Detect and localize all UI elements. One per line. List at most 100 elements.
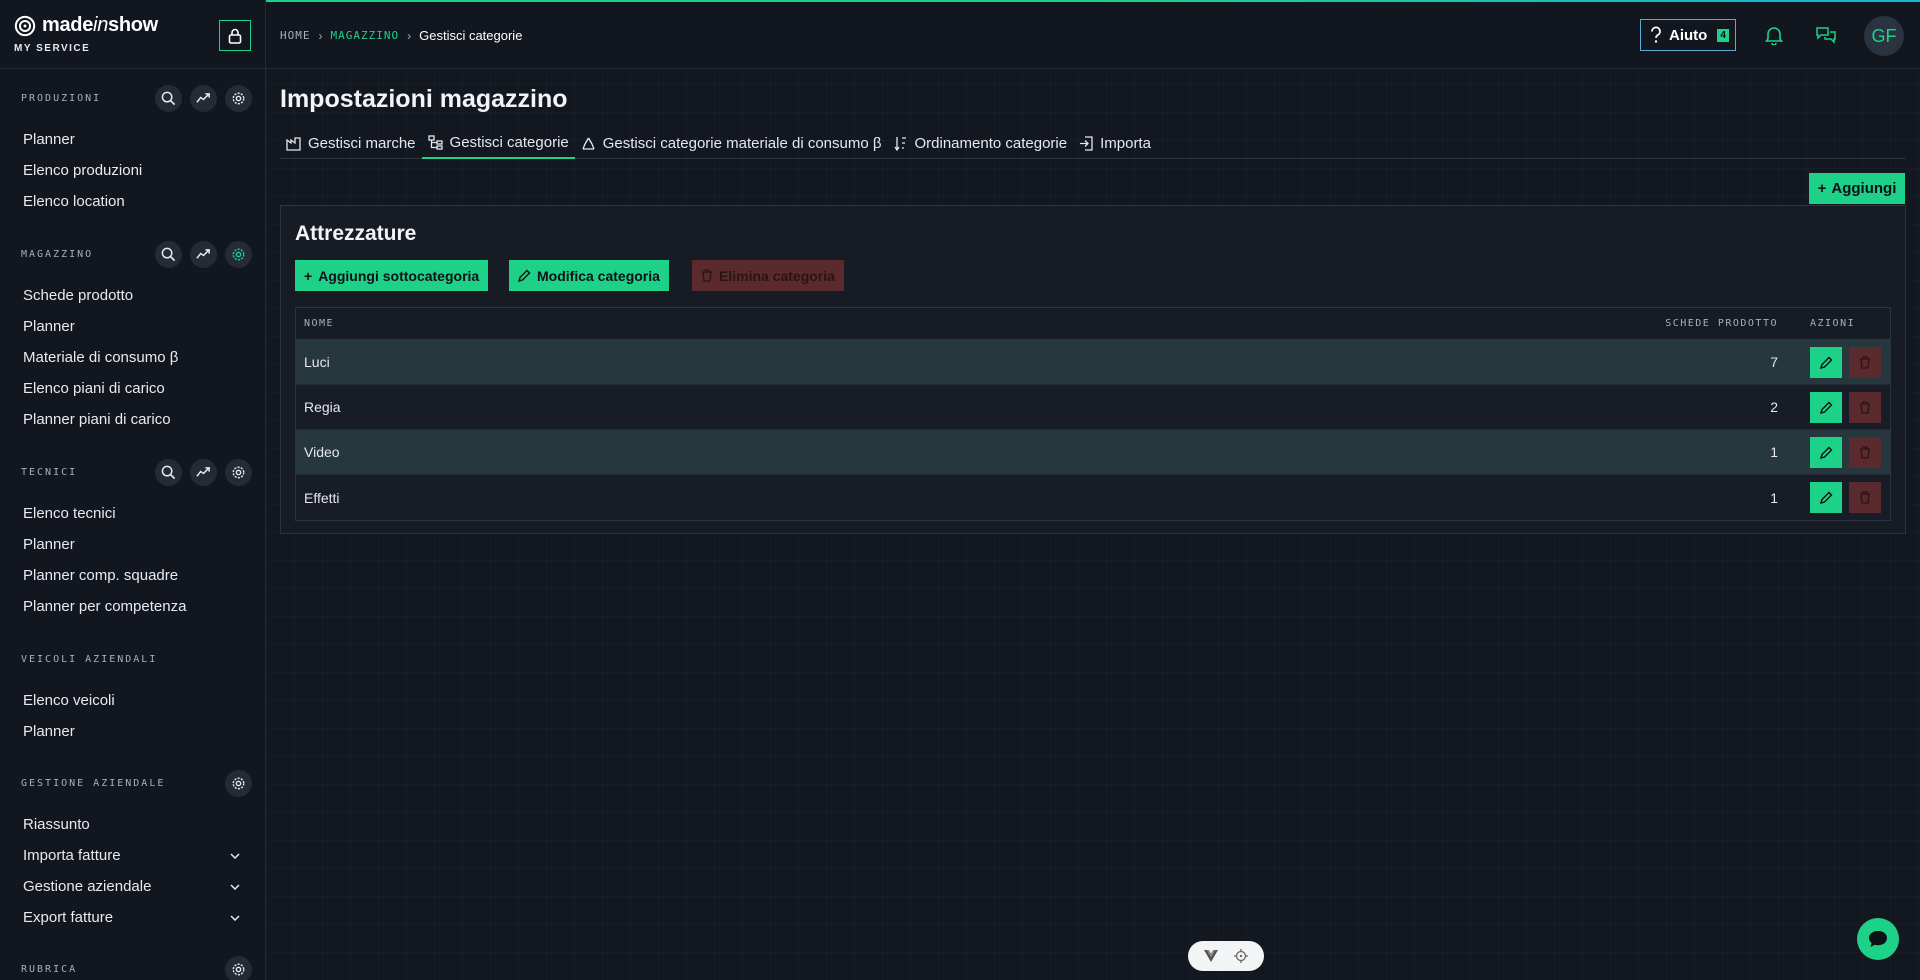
tab-ordinamento-categorie[interactable]: Ordinamento categorie bbox=[888, 128, 1074, 159]
search-button[interactable] bbox=[155, 240, 182, 268]
breadcrumb: HOME › MAGAZZINO › Gestisci categorie bbox=[280, 28, 522, 43]
tab-gestisci-categorie[interactable]: Gestisci categorie bbox=[421, 128, 575, 159]
item-label: Schede prodotto bbox=[23, 287, 134, 304]
tab-bar: Gestisci marche Gestisci categorie Gesti… bbox=[280, 128, 1906, 159]
delete-row-button[interactable] bbox=[1849, 436, 1881, 468]
settings-button[interactable] bbox=[225, 769, 252, 797]
sidebar-item-elenco-veicoli[interactable]: Elenco veicoli bbox=[0, 685, 265, 716]
sidebar-item-elenco-tecnici[interactable]: Elenco tecnici bbox=[0, 498, 265, 529]
item-label: Importa fatture bbox=[23, 847, 121, 864]
sidebar-item-elenco-location[interactable]: Elenco location bbox=[0, 186, 265, 217]
stats-button[interactable] bbox=[190, 84, 217, 112]
add-button[interactable]: + Aggiungi bbox=[1809, 173, 1905, 204]
breadcrumb-home[interactable]: HOME bbox=[280, 29, 311, 42]
chart-line-icon bbox=[196, 92, 210, 103]
item-label: Planner piani di carico bbox=[23, 411, 171, 428]
button-label: Aggiungi sottocategoria bbox=[318, 267, 480, 284]
row-count: 1 bbox=[1770, 489, 1778, 506]
delete-row-button[interactable] bbox=[1849, 482, 1881, 513]
delete-row-button[interactable] bbox=[1849, 391, 1881, 423]
settings-button[interactable] bbox=[225, 458, 252, 486]
lock-sidebar-button[interactable] bbox=[219, 20, 251, 51]
add-subcategory-button[interactable]: + Aggiungi sottocategoria bbox=[295, 260, 489, 291]
item-label: Materiale di consumo β bbox=[23, 349, 179, 366]
settings-button[interactable] bbox=[225, 955, 252, 980]
brand[interactable]: madeinshow MY SERVICE bbox=[14, 14, 158, 54]
sidebar-section-tecnici: TECNICI Elenco tecnici Planner Planner c… bbox=[0, 457, 265, 622]
sidebar-item-planner-competenza[interactable]: Planner per competenza bbox=[0, 591, 265, 622]
sidebar-item-schede-prodotto[interactable]: Schede prodotto bbox=[0, 280, 265, 311]
edit-row-button[interactable] bbox=[1810, 346, 1842, 378]
sidebar-item-materiale-consumo[interactable]: Materiale di consumo β bbox=[0, 342, 265, 373]
sidebar-item-planner[interactable]: Planner bbox=[0, 124, 265, 155]
sidebar-item-planner[interactable]: Planner bbox=[0, 716, 265, 747]
column-header-count[interactable]: SCHEDE PRODOTTO bbox=[1640, 318, 1790, 329]
item-label: Planner bbox=[23, 318, 75, 335]
help-count-badge: 4 bbox=[1717, 28, 1729, 42]
tab-gestisci-marche[interactable]: Gestisci marche bbox=[280, 128, 422, 159]
sidebar-item-export-fatture[interactable]: Export fatture bbox=[0, 902, 265, 933]
import-icon bbox=[1080, 136, 1093, 151]
page-title: Impostazioni magazzino bbox=[280, 85, 568, 113]
sidebar-item-gestione-aziendale[interactable]: Gestione aziendale bbox=[0, 871, 265, 902]
tab-importa[interactable]: Importa bbox=[1073, 128, 1157, 159]
edit-row-button[interactable] bbox=[1810, 391, 1842, 423]
topbar: HOME › MAGAZZINO › Gestisci categorie Ai… bbox=[266, 2, 1920, 69]
messages-button[interactable] bbox=[1815, 24, 1837, 46]
support-chat-button[interactable] bbox=[1857, 918, 1899, 960]
chevron-right-icon: › bbox=[318, 28, 323, 43]
stats-button[interactable] bbox=[190, 240, 217, 268]
item-label: Planner bbox=[23, 131, 75, 148]
sidebar-item-riassunto[interactable]: Riassunto bbox=[0, 809, 265, 840]
edit-row-button[interactable] bbox=[1810, 436, 1842, 468]
table-row[interactable]: Luci 7 bbox=[296, 340, 1890, 385]
sidebar-item-importa-fatture[interactable]: Importa fatture bbox=[0, 840, 265, 871]
button-label: Modifica categoria bbox=[537, 267, 660, 284]
row-actions bbox=[1790, 346, 1890, 378]
chevron-down-icon bbox=[230, 883, 240, 890]
item-label: Elenco piani di carico bbox=[23, 380, 165, 397]
search-button[interactable] bbox=[155, 458, 182, 486]
edit-category-button[interactable]: Modifica categoria bbox=[509, 260, 669, 291]
search-button[interactable] bbox=[155, 84, 182, 112]
search-icon bbox=[161, 91, 176, 105]
settings-button-active[interactable] bbox=[225, 240, 252, 268]
help-button[interactable]: Aiuto 4 bbox=[1640, 19, 1736, 51]
edit-row-button[interactable] bbox=[1810, 482, 1842, 513]
sidebar-divider bbox=[0, 68, 265, 69]
delete-row-button[interactable] bbox=[1849, 346, 1881, 378]
section-title: GESTIONE AZIENDALE bbox=[21, 777, 166, 789]
help-icon bbox=[1651, 26, 1661, 43]
sidebar-item-planner[interactable]: Planner bbox=[0, 311, 265, 342]
trash-icon bbox=[1860, 491, 1870, 504]
item-label: Planner per competenza bbox=[23, 598, 187, 615]
sidebar-item-elenco-piani-carico[interactable]: Elenco piani di carico bbox=[0, 373, 265, 404]
stats-button[interactable] bbox=[190, 458, 217, 486]
sidebar-item-elenco-produzioni[interactable]: Elenco produzioni bbox=[0, 155, 265, 186]
plus-icon: + bbox=[304, 267, 313, 284]
row-name: Effetti bbox=[304, 489, 340, 506]
pencil-icon bbox=[1819, 491, 1832, 504]
tab-categorie-materiale-consumo[interactable]: Gestisci categorie materiale di consumo … bbox=[575, 128, 888, 159]
row-name: Luci bbox=[304, 354, 330, 370]
sidebar-item-planner-piani-carico[interactable]: Planner piani di carico bbox=[0, 404, 265, 435]
avatar[interactable]: GF bbox=[1864, 16, 1904, 56]
column-header-name[interactable]: NOME bbox=[296, 318, 1640, 329]
tab-label: Gestisci categorie materiale di consumo … bbox=[602, 135, 882, 152]
table-header: NOME SCHEDE PRODOTTO AZIONI bbox=[296, 308, 1890, 340]
sidebar-item-planner[interactable]: Planner bbox=[0, 529, 265, 560]
target-icon bbox=[1234, 949, 1248, 963]
table-row[interactable]: Regia 2 bbox=[296, 385, 1890, 430]
delete-category-button[interactable]: Elimina categoria bbox=[692, 260, 844, 291]
breadcrumb-magazzino[interactable]: MAGAZZINO bbox=[331, 29, 400, 42]
sidebar-item-planner-squadre[interactable]: Planner comp. squadre bbox=[0, 560, 265, 591]
sort-icon bbox=[893, 137, 906, 151]
table-row[interactable]: Effetti 1 bbox=[296, 475, 1890, 520]
notifications-button[interactable] bbox=[1763, 24, 1785, 46]
settings-button[interactable] bbox=[225, 84, 252, 112]
plus-icon: + bbox=[1817, 180, 1827, 197]
devtools-pill[interactable] bbox=[1188, 941, 1264, 971]
button-label: Elimina categoria bbox=[719, 267, 835, 284]
table-row[interactable]: Video 1 bbox=[296, 430, 1890, 475]
gear-icon bbox=[232, 92, 245, 104]
